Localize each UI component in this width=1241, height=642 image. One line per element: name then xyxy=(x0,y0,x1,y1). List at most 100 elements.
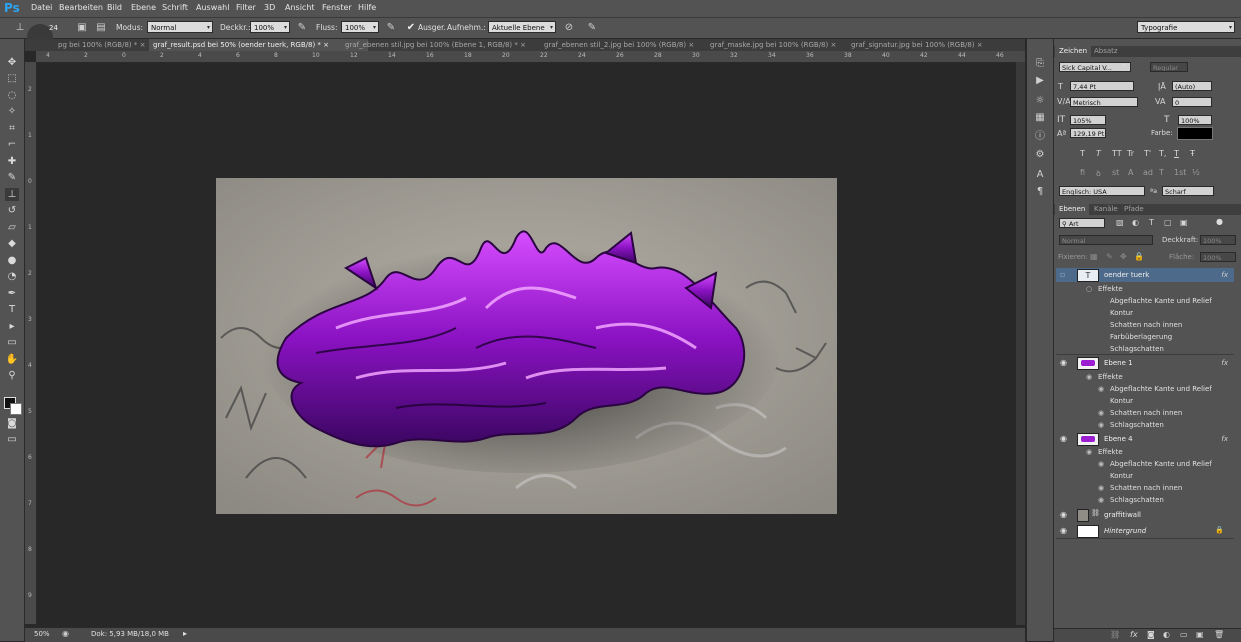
visibility-toggle-icon[interactable]: ◉ xyxy=(1060,526,1067,535)
zoom-tool-icon[interactable]: ⚲ xyxy=(5,369,19,382)
adjustments-panel-icon[interactable]: ☼ xyxy=(1034,95,1046,107)
ausger-checkbox[interactable]: ✔ xyxy=(405,22,417,34)
path-selection-tool-icon[interactable]: ▸ xyxy=(5,320,19,333)
visibility-toggle-icon[interactable]: ◉ xyxy=(1060,434,1067,443)
clone-source-icon[interactable]: ▤ xyxy=(95,22,107,34)
tab-graf-result[interactable]: graf_result.psd bei 50% (oender tuerk, R… xyxy=(149,39,368,51)
text-color-swatch[interactable] xyxy=(1177,127,1213,140)
background-color-swatch[interactable] xyxy=(10,403,22,415)
clone-stamp-tool-icon[interactable]: ⊥ xyxy=(5,188,19,201)
effect-visibility-icon[interactable]: ◉ xyxy=(1098,496,1104,504)
effect-bevel-emboss[interactable]: Abgeflachte Kante und Relief xyxy=(1110,460,1212,468)
effect-inner-shadow[interactable]: Schatten nach innen xyxy=(1110,409,1182,417)
effect-color-overlay[interactable]: Farbüberlagerung xyxy=(1110,333,1172,341)
clone-stamp-tool-icon[interactable]: ⊥ xyxy=(14,22,26,34)
underline-icon[interactable]: T xyxy=(1174,149,1179,158)
baseline-shift-field[interactable]: 129,19 Pt xyxy=(1070,128,1106,138)
fill-field[interactable]: 100% xyxy=(1200,252,1236,262)
character-panel-icon[interactable]: A xyxy=(1034,169,1046,181)
effect-bevel-emboss[interactable]: Abgeflachte Kante und Relief xyxy=(1110,385,1212,393)
new-adjustment-icon[interactable]: ◐ xyxy=(1163,630,1170,639)
fx-icon[interactable]: fx xyxy=(1221,435,1228,443)
info-panel-icon[interactable]: ⓘ xyxy=(1034,131,1046,143)
antialias-select[interactable]: Scharf xyxy=(1162,186,1214,196)
tab-graf-maske[interactable]: graf_maske.jpg bei 100% (RGB/8) × xyxy=(710,39,844,51)
menu-bearbeiten[interactable]: Bearbeiten xyxy=(59,3,103,12)
pen-tool-icon[interactable]: ✒ xyxy=(5,287,19,300)
add-style-icon[interactable]: fx xyxy=(1130,630,1138,639)
effects-visibility-icon[interactable]: ○ xyxy=(1086,285,1092,293)
lock-transparent-icon[interactable]: ▦ xyxy=(1090,252,1098,261)
tab-absatz[interactable]: Absatz xyxy=(1090,46,1122,57)
layer-row-graffitiwall[interactable]: ◉ ⛓ graffitiwall xyxy=(1056,506,1234,523)
effect-inner-shadow[interactable]: Schatten nach innen xyxy=(1110,321,1182,329)
hand-tool-icon[interactable]: ✋ xyxy=(5,353,19,366)
paint-bucket-tool-icon[interactable]: ◆ xyxy=(5,237,19,250)
close-icon[interactable]: × xyxy=(140,41,146,49)
leading-field[interactable]: (Auto) xyxy=(1172,81,1212,91)
effect-stroke[interactable]: Kontur xyxy=(1110,472,1133,480)
crop-tool-icon[interactable]: ⌗ xyxy=(5,122,19,135)
blur-tool-icon[interactable]: ● xyxy=(5,254,19,267)
menu-auswahl[interactable]: Auswahl xyxy=(196,3,229,12)
fractions-icon[interactable]: ½ xyxy=(1192,168,1200,177)
layer-row-ebene-4[interactable]: ◉ Ebene 4 fx ◉ Effekte ◉ Abgeflachte Kan… xyxy=(1056,431,1234,507)
tab-graf-signatur[interactable]: graf_signatur.jpg bei 100% (RGB/8) × xyxy=(851,39,991,51)
menu-datei[interactable]: Datei xyxy=(31,3,52,12)
ignore-adjustment-icon[interactable]: ⊘ xyxy=(563,22,575,34)
filter-shape-icon[interactable]: ▢ xyxy=(1164,218,1172,227)
effect-bevel-emboss[interactable]: Abgeflachte Kante und Relief xyxy=(1110,297,1212,305)
menu-ansicht[interactable]: Ansicht xyxy=(285,3,315,12)
status-menu-arrow-icon[interactable]: ▸ xyxy=(183,629,187,638)
rectangle-tool-icon[interactable]: ▭ xyxy=(5,336,19,349)
strikethrough-icon[interactable]: Ŧ xyxy=(1190,149,1195,158)
effects-visibility-icon[interactable]: ◉ xyxy=(1086,448,1092,456)
filter-pixel-icon[interactable]: ▧ xyxy=(1116,218,1124,227)
layer-row-ebene-1[interactable]: ◉ Ebene 1 fx ◉ Effekte ◉ Abgeflachte Kan… xyxy=(1056,355,1234,432)
effect-visibility-icon[interactable]: ◉ xyxy=(1098,385,1104,393)
contextual-alternates-icon[interactable]: ꝺ xyxy=(1096,168,1101,179)
deckkr-field[interactable]: 100% ▾ xyxy=(250,21,290,33)
effect-visibility-icon[interactable]: ◉ xyxy=(1098,460,1104,468)
marquee-tool-icon[interactable]: ⬚ xyxy=(5,72,19,85)
opacity-field[interactable]: 100% xyxy=(1200,235,1236,245)
menu-ebene[interactable]: Ebene xyxy=(131,3,156,12)
effects-visibility-icon[interactable]: ◉ xyxy=(1086,373,1092,381)
dodge-tool-icon[interactable]: ◔ xyxy=(5,270,19,283)
close-icon[interactable]: × xyxy=(323,41,329,49)
lock-position-icon[interactable]: ✥ xyxy=(1120,252,1127,261)
effect-visibility-icon[interactable]: ◉ xyxy=(1098,421,1104,429)
zoom-level[interactable]: 50% xyxy=(34,630,50,638)
move-tool-icon[interactable]: ✥ xyxy=(5,56,19,69)
pressure-size-icon[interactable]: ✎ xyxy=(586,22,598,34)
history-brush-tool-icon[interactable]: ↺ xyxy=(5,204,19,217)
vertical-scale-field[interactable]: 105% xyxy=(1070,115,1106,125)
lasso-tool-icon[interactable]: ◌ xyxy=(5,89,19,102)
small-caps-icon[interactable]: Tr xyxy=(1127,149,1134,158)
tab-pfade[interactable]: Pfade xyxy=(1120,204,1148,215)
history-panel-icon[interactable]: ⎘ xyxy=(1034,58,1046,70)
link-layers-icon[interactable]: ⛓ xyxy=(1110,630,1120,639)
airbrush-icon[interactable]: ✎ xyxy=(385,22,397,34)
swatches-panel-icon[interactable]: ▦ xyxy=(1034,112,1046,124)
close-icon[interactable]: × xyxy=(830,41,836,49)
stylistic-alternates-icon[interactable]: ad xyxy=(1143,168,1153,177)
filter-adjustment-icon[interactable]: ◐ xyxy=(1132,218,1139,227)
language-select[interactable]: Englisch: USA xyxy=(1059,186,1145,196)
tab-graf-ebenen-stil[interactable]: graf_ebenen stil.jpg bei 100% (Ebene 1, … xyxy=(345,39,537,51)
aufnehm-select[interactable]: Aktuelle Ebene ▾ xyxy=(488,21,556,33)
vertical-scrollbar[interactable] xyxy=(1016,62,1025,625)
status-icon[interactable]: ◉ xyxy=(62,629,69,638)
tab-zeichen[interactable]: Zeichen xyxy=(1055,46,1092,57)
close-icon[interactable]: × xyxy=(520,41,526,49)
ligatures-icon[interactable]: fi xyxy=(1080,168,1085,177)
document-canvas[interactable] xyxy=(216,178,837,514)
swash-icon[interactable]: A xyxy=(1128,168,1133,177)
font-style-select[interactable]: Regular xyxy=(1150,62,1188,72)
add-mask-icon[interactable]: ◙ xyxy=(1147,630,1155,639)
eraser-tool-icon[interactable]: ▱ xyxy=(5,221,19,234)
new-group-icon[interactable]: ▭ xyxy=(1180,630,1188,639)
pressure-opacity-icon[interactable]: ✎ xyxy=(296,22,308,34)
fx-icon[interactable]: fx xyxy=(1221,359,1228,367)
layer-filter-select[interactable]: ⚲ Art xyxy=(1059,218,1105,228)
